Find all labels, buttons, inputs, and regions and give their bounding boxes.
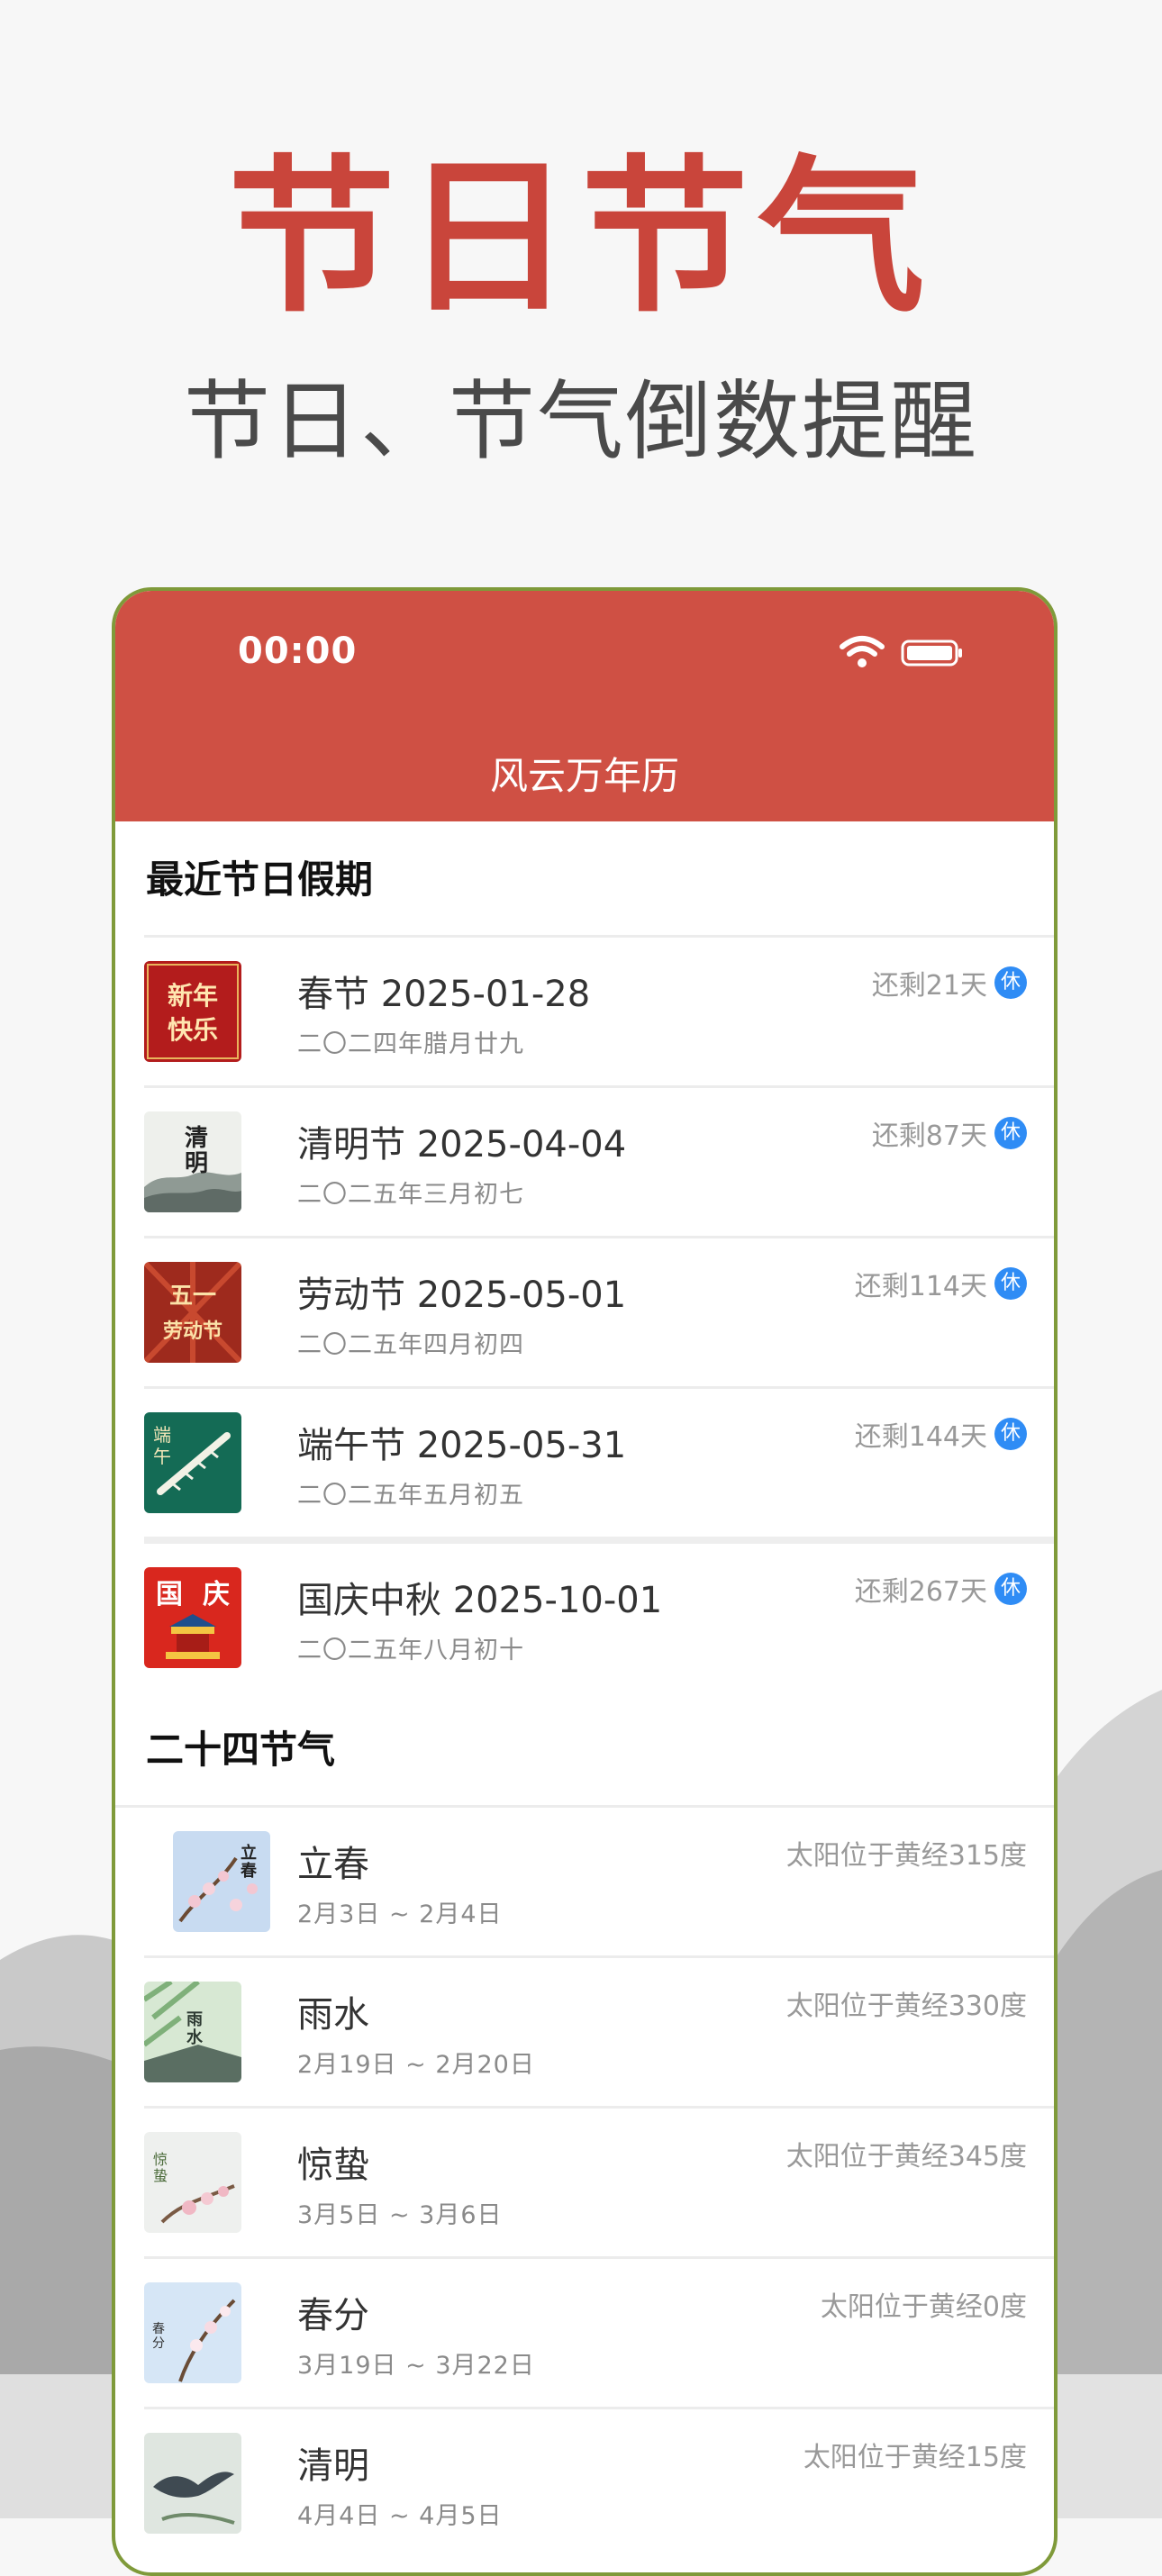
solar-term-dates: 3月5日 ~ 3月6日 xyxy=(297,2201,503,2229)
countdown-text: 还剩267天 xyxy=(854,1576,987,1608)
svg-text:庆: 庆 xyxy=(203,1579,230,1610)
app-title: 风云万年历 xyxy=(489,754,679,798)
solar-term-row-yushui[interactable]: 雨 水 雨水 2月19日 ~ 2月20日 太阳位于黄经330度 xyxy=(144,1955,1054,2106)
svg-text:明: 明 xyxy=(185,1150,208,1177)
countdown-text: 还剩87天 xyxy=(871,1120,987,1152)
solar-term-row-lichun[interactable]: 立 春 立春 2月3日 ~ 2月4日 太阳位于黄经315度 xyxy=(115,1805,1054,1955)
holiday-row-qingming[interactable]: 清 明 清明节 2025-04-04 二〇二五年三月初七 还剩87天 休 xyxy=(144,1085,1054,1236)
hero-title: 节日节气 xyxy=(227,138,934,335)
solar-term-row-chunfen[interactable]: 春 分 春分 3月19日 ~ 3月22日 太阳位于黄经0度 xyxy=(144,2256,1054,2407)
solar-term-dates: 4月4日 ~ 4月5日 xyxy=(297,2502,503,2530)
solar-term-name: 清明 xyxy=(297,2445,369,2487)
hero-subtitle: 节日、节气倒数提醒 xyxy=(184,371,978,472)
solar-longitude-text: 太阳位于黄经345度 xyxy=(785,2141,1027,2172)
holiday-title: 端午节 2025-05-31 xyxy=(297,1425,627,1466)
solar-term-name: 惊蛰 xyxy=(297,2145,369,2186)
rest-day-badge: 休 xyxy=(994,966,1027,999)
countdown-text: 还剩144天 xyxy=(854,1421,987,1453)
svg-text:新年: 新年 xyxy=(168,981,218,1011)
svg-text:蛰: 蛰 xyxy=(153,2167,168,2184)
solar-longitude: 太阳位于黄经315度 xyxy=(786,1833,1027,1873)
holiday-title: 国庆中秋 2025-10-01 xyxy=(297,1580,663,1621)
yushui-thumbnail: 雨 水 xyxy=(144,1982,241,2082)
solar-term-name: 春分 xyxy=(297,2295,369,2336)
solar-longitude-text: 太阳位于黄经330度 xyxy=(785,1991,1027,2022)
svg-text:快乐: 快乐 xyxy=(168,1015,218,1045)
solar-term-list: 立 春 立春 2月3日 ~ 2月4日 太阳位于黄经315度 雨 水 雨水 2月1… xyxy=(115,1805,1054,2557)
holiday-countdown: 还剩267天 休 xyxy=(855,1569,1027,1609)
svg-text:惊: 惊 xyxy=(153,2151,168,2168)
holidays-section-title: 最近节日假期 xyxy=(146,857,374,902)
chunfen-thumbnail: 春 分 xyxy=(144,2282,241,2383)
holiday-lunar-date: 二〇二五年三月初七 xyxy=(297,1181,524,1209)
national-day-thumbnail: 国 庆 xyxy=(144,1567,241,1668)
holiday-title: 清明节 2025-04-04 xyxy=(297,1124,627,1166)
holiday-countdown: 还剩21天 休 xyxy=(872,963,1027,1002)
holiday-lunar-date: 二〇二五年八月初十 xyxy=(297,1637,524,1664)
dragon-boat-thumbnail: 端 午 xyxy=(144,1412,241,1513)
countdown-text: 还剩114天 xyxy=(854,1271,987,1302)
holiday-countdown: 还剩144天 休 xyxy=(855,1414,1027,1454)
svg-text:立: 立 xyxy=(241,1843,257,1863)
app-header: 00:00 风云万年历 xyxy=(115,591,1054,821)
holiday-lunar-date: 二〇二五年四月初四 xyxy=(297,1331,524,1359)
solar-longitude: 太阳位于黄经345度 xyxy=(786,2134,1027,2173)
rest-day-badge: 休 xyxy=(994,1117,1027,1149)
rest-day-badge: 休 xyxy=(994,1418,1027,1450)
svg-text:五一: 五一 xyxy=(169,1283,216,1310)
solar-longitude-text: 太阳位于黄经0度 xyxy=(820,2291,1027,2323)
solar-longitude: 太阳位于黄经330度 xyxy=(786,1983,1027,2023)
holiday-countdown: 还剩114天 休 xyxy=(855,1264,1027,1303)
holiday-row-labor-day[interactable]: 五一 劳动节 劳动节 2025-05-01 二〇二五年四月初四 还剩114天 休 xyxy=(144,1236,1054,1386)
solar-term-row-jingzhe[interactable]: 惊 蛰 惊蛰 3月5日 ~ 3月6日 太阳位于黄经345度 xyxy=(144,2106,1054,2256)
holiday-countdown: 还剩87天 休 xyxy=(872,1113,1027,1153)
svg-text:劳动节: 劳动节 xyxy=(163,1320,222,1343)
solar-term-name: 雨水 xyxy=(297,1994,369,2036)
wifi-icon xyxy=(840,636,885,667)
phone-screen: 00:00 风云万年历 最近节日假期 新年 快乐 春节 2025-01-28 二… xyxy=(112,587,1058,2576)
holiday-title: 劳动节 2025-05-01 xyxy=(297,1274,627,1316)
qingming-thumbnail: 清 明 xyxy=(144,1111,241,1212)
solar-longitude-text: 太阳位于黄经15度 xyxy=(803,2442,1027,2473)
solar-term-dates: 3月19日 ~ 3月22日 xyxy=(297,2352,535,2380)
holiday-lunar-date: 二〇二四年腊月廿九 xyxy=(297,1030,524,1058)
solar-longitude: 太阳位于黄经0度 xyxy=(821,2284,1027,2324)
rest-day-badge: 休 xyxy=(994,1573,1027,1605)
solar-longitude-text: 太阳位于黄经315度 xyxy=(785,1840,1027,1872)
svg-text:春: 春 xyxy=(152,2322,165,2336)
svg-text:水: 水 xyxy=(186,2027,204,2047)
holiday-lunar-date: 二〇二五年五月初五 xyxy=(297,1482,524,1510)
rest-day-badge: 休 xyxy=(994,1267,1027,1300)
battery-icon xyxy=(901,639,962,667)
lichun-thumbnail: 立 春 xyxy=(173,1831,270,1932)
countdown-text: 还剩21天 xyxy=(871,970,987,1002)
solar-term-dates: 2月3日 ~ 2月4日 xyxy=(297,1900,503,1928)
spring-festival-thumbnail: 新年 快乐 xyxy=(144,961,241,1062)
svg-text:清: 清 xyxy=(185,1125,208,1152)
holiday-row-spring-festival[interactable]: 新年 快乐 春节 2025-01-28 二〇二四年腊月廿九 还剩21天 休 xyxy=(144,935,1054,1085)
solar-terms-section-title: 二十四节气 xyxy=(146,1728,336,1772)
solar-term-row-qingming[interactable]: 清明 4月4日 ~ 4月5日 太阳位于黄经15度 xyxy=(144,2407,1054,2557)
solar-term-dates: 2月19日 ~ 2月20日 xyxy=(297,2051,535,2079)
svg-text:端: 端 xyxy=(153,1424,171,1446)
holiday-list: 新年 快乐 春节 2025-01-28 二〇二四年腊月廿九 还剩21天 休 清 … xyxy=(115,935,1054,1692)
jingzhe-thumbnail: 惊 蛰 xyxy=(144,2132,241,2233)
holiday-row-national-day[interactable]: 国 庆 国庆中秋 2025-10-01 二〇二五年八月初十 还剩267天 休 xyxy=(144,1537,1054,1692)
svg-text:午: 午 xyxy=(153,1446,171,1467)
holiday-title: 春节 2025-01-28 xyxy=(297,974,591,1015)
qingming-term-thumbnail xyxy=(144,2433,241,2534)
status-time: 00:00 xyxy=(238,630,358,672)
svg-text:国: 国 xyxy=(156,1579,183,1610)
svg-text:雨: 雨 xyxy=(186,2010,203,2029)
labor-day-thumbnail: 五一 劳动节 xyxy=(144,1262,241,1363)
holiday-row-dragon-boat[interactable]: 端 午 端午节 2025-05-31 二〇二五年五月初五 还剩144天 休 xyxy=(144,1386,1054,1537)
solar-longitude: 太阳位于黄经15度 xyxy=(803,2435,1027,2474)
solar-term-name: 立春 xyxy=(297,1844,369,1885)
svg-text:分: 分 xyxy=(152,2336,165,2351)
svg-text:春: 春 xyxy=(241,1861,258,1881)
